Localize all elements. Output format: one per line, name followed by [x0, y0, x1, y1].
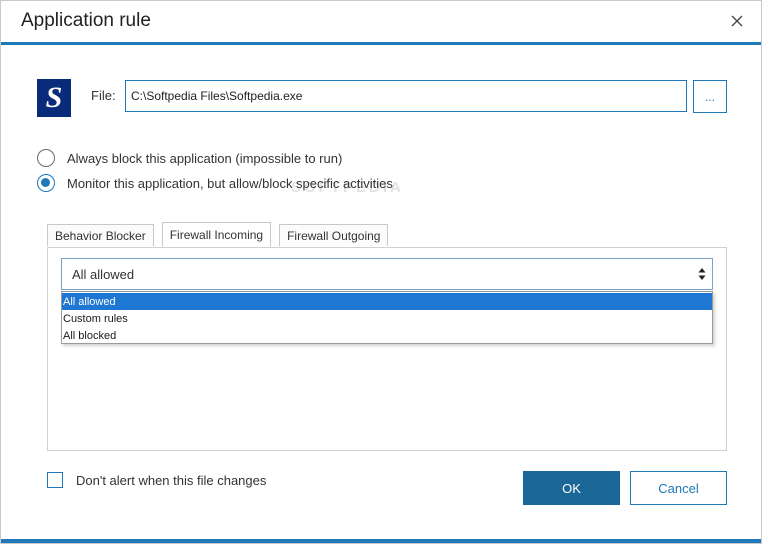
option-all-blocked[interactable]: All blocked	[62, 327, 712, 344]
firewall-select-value: All allowed	[72, 266, 135, 282]
tab-firewall-outgoing[interactable]: Firewall Outgoing	[279, 224, 389, 246]
browse-button[interactable]: ...	[693, 80, 727, 113]
firewall-select[interactable]: All allowed	[61, 258, 713, 290]
radio-always-block[interactable]: Always block this application (impossibl…	[37, 149, 342, 167]
firewall-dropdown-list: All allowed Custom rules All blocked	[61, 291, 713, 344]
radio-monitor-label: Monitor this application, but allow/bloc…	[67, 175, 393, 191]
dont-alert-label: Don't alert when this file changes	[76, 472, 267, 488]
close-button[interactable]	[725, 9, 749, 33]
tab-strip: Behavior Blocker Firewall Incoming Firew…	[47, 222, 396, 248]
option-custom-rules[interactable]: Custom rules	[62, 310, 712, 327]
title-bar: Application rule	[1, 1, 761, 45]
ok-button[interactable]: OK	[523, 471, 620, 505]
radio-monitor-indicator[interactable]	[37, 174, 55, 192]
radio-monitor[interactable]: Monitor this application, but allow/bloc…	[37, 174, 393, 192]
dont-alert-checkbox-row[interactable]: Don't alert when this file changes	[47, 472, 266, 488]
file-label: File:	[91, 88, 116, 103]
softpedia-app-icon: S	[37, 79, 71, 117]
app-icon-letter: S	[45, 81, 63, 114]
option-all-allowed[interactable]: All allowed	[62, 293, 712, 310]
dialog-title: Application rule	[21, 10, 151, 31]
tab-firewall-incoming[interactable]: Firewall Incoming	[161, 222, 272, 247]
cancel-button[interactable]: Cancel	[630, 471, 727, 505]
updown-arrows-icon	[698, 268, 706, 280]
tab-behavior-blocker[interactable]: Behavior Blocker	[47, 224, 154, 246]
application-rule-dialog: Application rule S File: ... SOFTPEDIA A…	[0, 0, 762, 544]
file-path-input[interactable]	[125, 80, 687, 112]
bottom-accent-bar	[1, 539, 761, 543]
radio-always-block-indicator[interactable]	[37, 149, 55, 167]
dont-alert-checkbox[interactable]	[47, 472, 63, 488]
radio-always-block-label: Always block this application (impossibl…	[67, 150, 343, 166]
close-icon	[731, 15, 743, 27]
